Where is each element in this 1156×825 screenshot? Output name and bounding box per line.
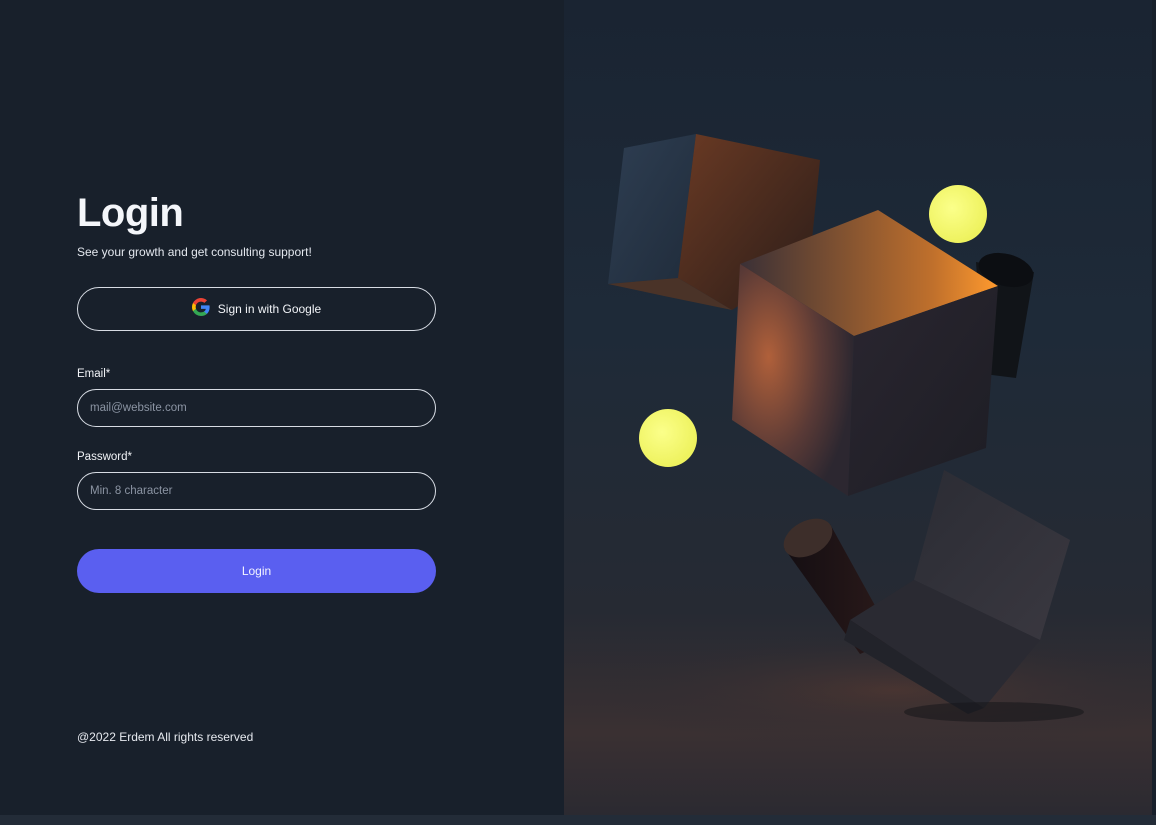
login-panel: Login See your growth and get consulting… [0,0,564,815]
login-button-label: Login [241,564,272,578]
login-page: Login See your growth and get consulting… [0,0,1156,825]
cube-center [732,210,998,496]
abstract-3d-cubes-illustration [594,134,1152,750]
email-field-wrapper [77,389,436,427]
google-sign-in-label: Sign in with Google [217,302,322,316]
yellow-sphere-top [929,185,987,243]
hero-illustration [564,0,1152,815]
google-sign-in-button[interactable]: Sign in with Google [77,287,436,331]
page-title: Login [77,191,184,235]
password-field-wrapper [77,472,436,510]
page-subtitle: See your growth and get consulting suppo… [77,245,312,259]
password-field[interactable] [78,473,435,509]
email-field[interactable] [78,390,435,426]
password-label: Password* [77,451,132,463]
google-icon [191,297,210,321]
login-button[interactable]: Login [77,549,436,593]
bottom-strip [0,815,1156,825]
email-label: Email* [77,368,111,380]
yellow-sphere-left [639,409,697,467]
copyright-footer: @2022 Erdem All rights reserved [77,730,254,744]
